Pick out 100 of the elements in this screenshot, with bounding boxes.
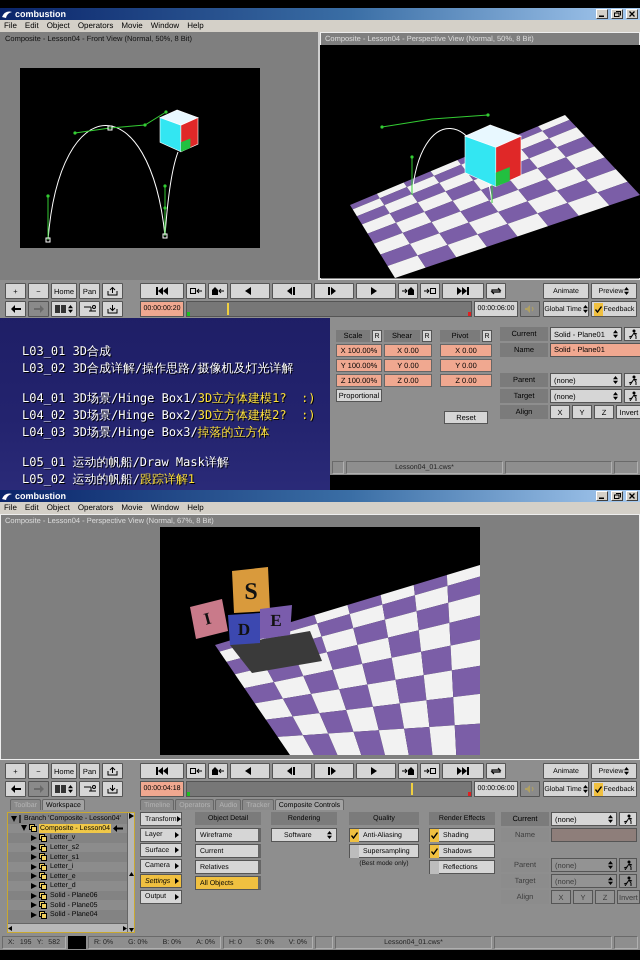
close-button[interactable] (626, 9, 638, 19)
skip-back-icon (156, 767, 168, 775)
menu-item[interactable]: Help (187, 20, 204, 32)
menu-item[interactable]: Movie (121, 20, 143, 32)
maximize-button[interactable] (611, 491, 623, 501)
transport-button[interactable] (186, 283, 206, 299)
maximize-button[interactable] (611, 9, 623, 19)
updown-caret-icon (613, 330, 618, 338)
menu-item[interactable]: Operators (78, 20, 114, 32)
pick-button[interactable] (619, 874, 637, 888)
skip-back-icon (156, 287, 168, 295)
pick-button[interactable] (619, 858, 637, 872)
tool-button[interactable] (102, 283, 123, 299)
playhead[interactable] (226, 303, 229, 315)
tool-button[interactable] (79, 781, 100, 797)
transport-button[interactable] (140, 283, 184, 299)
block-letter: D (238, 620, 250, 639)
close-button[interactable] (626, 491, 638, 501)
tray-arrow-up-icon (107, 766, 118, 776)
course-title: L03_02 3D合成详解/操作思路/摄像机及灯光详解 (22, 362, 294, 375)
audio-button[interactable] (520, 301, 540, 317)
triangle-right-icon (175, 832, 179, 838)
course-title: L04_02 3D场景/Hinge Box2/3D立方体建模2? :) (22, 409, 317, 422)
logo-icon (2, 492, 12, 500)
transport-button[interactable] (230, 763, 270, 779)
transport-button[interactable] (208, 283, 228, 299)
menu-item[interactable]: Window (150, 20, 180, 32)
nodes-icon (84, 305, 96, 313)
menu-item[interactable]: Edit (24, 20, 39, 32)
transport-button[interactable] (140, 763, 184, 779)
updown-caret-icon (582, 305, 588, 313)
transport-button[interactable] (420, 763, 440, 779)
menu-item[interactable]: Operators (78, 502, 114, 514)
transport-button[interactable] (486, 763, 506, 779)
color-swatch (68, 936, 86, 949)
timeline-track[interactable] (186, 301, 472, 317)
layout-dropdown[interactable] (51, 781, 77, 797)
audio-button[interactable] (520, 781, 540, 797)
block-letter: I (202, 608, 214, 629)
transport-button[interactable] (398, 763, 418, 779)
layout-dropdown[interactable] (51, 301, 77, 317)
check-icon (594, 306, 602, 312)
pick-button[interactable] (624, 389, 640, 403)
updown-caret-icon (608, 815, 613, 823)
menu-item[interactable]: File (4, 20, 17, 32)
transport-button[interactable] (272, 283, 312, 299)
tool-button[interactable] (102, 781, 123, 797)
close-icon (629, 493, 635, 499)
transport-button[interactable] (314, 763, 354, 779)
menu-item[interactable]: File (4, 502, 17, 514)
transport-button[interactable] (208, 763, 228, 779)
back-button[interactable] (5, 301, 26, 317)
arrow-left-icon (113, 824, 124, 832)
updown-caret-icon (608, 861, 613, 869)
pick-button[interactable] (624, 327, 640, 341)
transport-button[interactable] (420, 283, 440, 299)
transport-button[interactable] (442, 763, 484, 779)
transport-button[interactable] (230, 283, 270, 299)
pick-button[interactable] (624, 373, 640, 387)
square-arrow-left-icon (190, 767, 202, 775)
menu-item[interactable]: Help (187, 502, 204, 514)
check-icon (431, 848, 438, 855)
menu-item[interactable]: Window (150, 502, 180, 514)
transport-button[interactable] (486, 283, 506, 299)
figure-icon (628, 391, 638, 401)
transport-button[interactable] (272, 763, 312, 779)
timeline-track[interactable] (186, 781, 472, 797)
course-title: L03_01 3D合成 (22, 345, 112, 358)
tray-arrow-down-icon (107, 784, 118, 794)
scroll-left-icon (8, 926, 12, 930)
menu-item[interactable]: Object (46, 502, 70, 514)
transport-button[interactable] (356, 763, 396, 779)
block-letter: S (244, 579, 258, 605)
tool-button[interactable] (79, 301, 100, 317)
menu-item[interactable]: Object (46, 20, 70, 32)
playhead[interactable] (411, 783, 414, 795)
menu-item[interactable]: Edit (24, 502, 39, 514)
logo-icon (2, 10, 12, 18)
name-field[interactable] (551, 828, 637, 842)
tool-button[interactable] (102, 301, 123, 317)
transport-button[interactable] (356, 283, 396, 299)
vertical-scrollbar[interactable] (127, 813, 134, 932)
horizontal-scrollbar[interactable] (8, 923, 127, 932)
transport-button[interactable] (186, 763, 206, 779)
transport-button[interactable] (398, 283, 418, 299)
triangle-right-icon (176, 816, 181, 822)
back-button[interactable] (5, 781, 26, 797)
menu-item[interactable]: Movie (121, 502, 143, 514)
square-arrow-left-icon (190, 287, 202, 295)
tray-arrow-up-icon (107, 286, 118, 296)
block-letter: E (270, 611, 282, 630)
arrow-left-icon (10, 305, 20, 313)
transport-button[interactable] (442, 283, 484, 299)
transport-button[interactable] (314, 283, 354, 299)
tool-button[interactable] (102, 763, 123, 779)
scroll-down-icon (128, 928, 134, 932)
minimize-button[interactable] (596, 9, 608, 19)
check-icon (351, 832, 358, 839)
minimize-button[interactable] (596, 491, 608, 501)
pick-button[interactable] (619, 812, 637, 826)
